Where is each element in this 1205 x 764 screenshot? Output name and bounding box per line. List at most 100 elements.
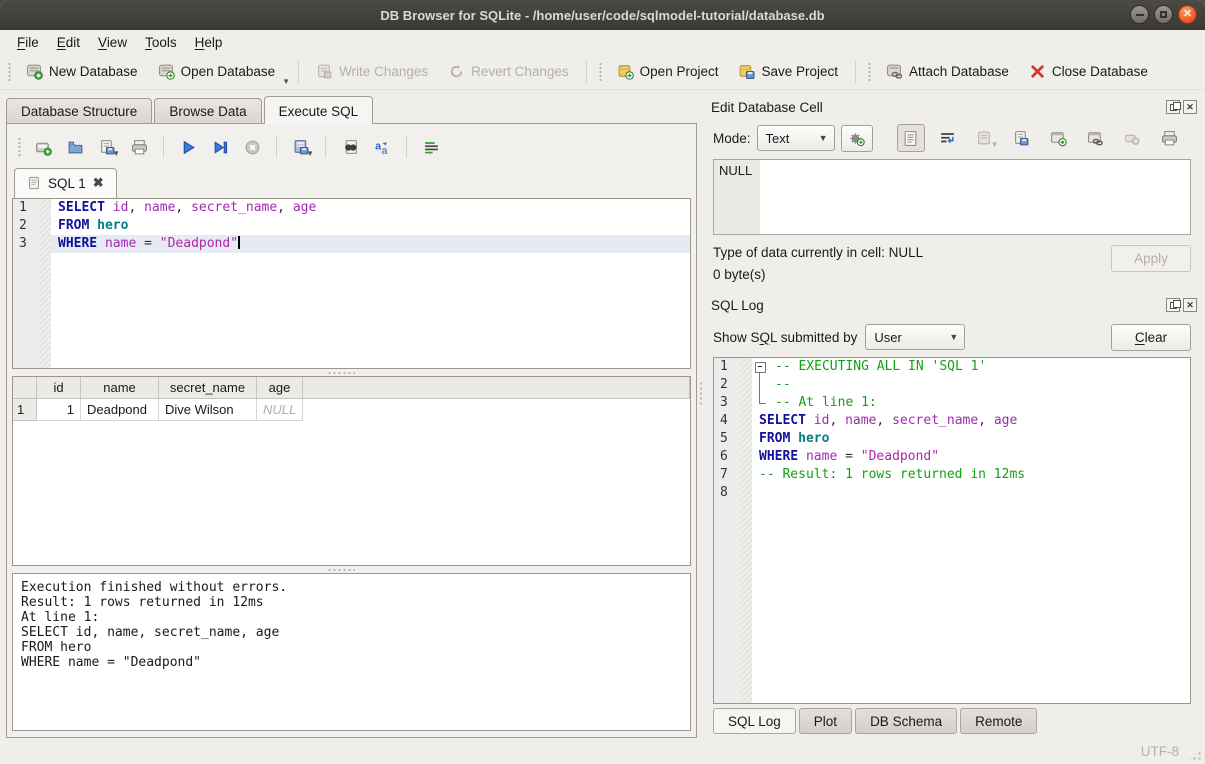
menu-edit[interactable]: Edit: [48, 33, 89, 52]
line-number: 2: [13, 217, 39, 235]
log-filter-combobox[interactable]: User▼: [865, 324, 965, 350]
save-project-button[interactable]: Save Project: [729, 58, 847, 86]
save-results-dropdown-icon[interactable]: ▼: [306, 149, 314, 158]
close-sql-tab-icon[interactable]: ✖: [93, 175, 104, 191]
save-results-button[interactable]: ▼: [287, 133, 315, 161]
menu-bar: File Edit View Tools Help: [0, 30, 1205, 54]
edit-cell-title: Edit Database Cell: [711, 100, 1166, 115]
column-header-secret-name[interactable]: secret_name: [159, 377, 257, 399]
table-cell[interactable]: 1: [37, 399, 81, 421]
stop-execution-button[interactable]: [238, 133, 266, 161]
cell-editor-content[interactable]: [760, 160, 1190, 234]
attach-database-icon: [886, 63, 903, 80]
new-sql-tab-button[interactable]: [29, 133, 57, 161]
sql-log-title: SQL Log: [711, 298, 1166, 313]
write-changes-button[interactable]: Write Changes: [307, 58, 437, 86]
vertical-splitter-handle[interactable]: [697, 95, 705, 738]
tab-plot[interactable]: Plot: [799, 708, 852, 734]
execute-current-line-button[interactable]: [206, 133, 234, 161]
tab-browse-data[interactable]: Browse Data: [154, 98, 261, 124]
close-icon[interactable]: ✕: [1178, 5, 1197, 24]
print-button[interactable]: [125, 133, 153, 161]
menu-view[interactable]: View: [89, 33, 136, 52]
menu-tools[interactable]: Tools: [136, 33, 186, 52]
column-header-id[interactable]: id: [37, 377, 81, 399]
fold-marker-icon: [752, 394, 768, 412]
toolbar-drag-handle[interactable]: [598, 62, 603, 82]
word-wrap-button[interactable]: [934, 124, 962, 152]
resize-grip[interactable]: [1188, 747, 1202, 761]
tab-execute-sql[interactable]: Execute SQL: [264, 96, 374, 124]
stop-execution-icon: [244, 139, 261, 156]
toggle-word-wrap-button[interactable]: [417, 133, 445, 161]
copy-link-button[interactable]: [1082, 124, 1110, 152]
format-sql-button[interactable]: aa: [368, 133, 396, 161]
menu-file[interactable]: File: [8, 33, 48, 52]
set-null-button[interactable]: [1119, 124, 1147, 152]
open-in-external-button[interactable]: [1045, 124, 1073, 152]
table-cell[interactable]: Deadpond: [81, 399, 159, 421]
tab-database-structure[interactable]: Database Structure: [6, 98, 152, 124]
new-database-button[interactable]: New Database: [17, 58, 147, 86]
auto-switch-mode-button[interactable]: [841, 125, 873, 152]
save-sql-file-button[interactable]: ▼: [93, 133, 121, 161]
open-database-dropdown-icon[interactable]: ▼: [282, 77, 290, 86]
titlebar[interactable]: DB Browser for SQLite - /home/user/code/…: [0, 0, 1205, 30]
sql-1-tab[interactable]: SQL 1 ✖: [14, 168, 117, 198]
sql-log-view[interactable]: 1-- EXECUTING ALL IN 'SQL 1'2--3-- At li…: [713, 357, 1191, 704]
maximize-icon[interactable]: [1154, 5, 1173, 24]
close-dock-icon[interactable]: ✕: [1183, 100, 1197, 114]
close-database-button[interactable]: Close Database: [1020, 58, 1157, 86]
execute-current-line-icon: [212, 139, 229, 156]
open-database-button[interactable]: Open Database: [149, 58, 285, 86]
mode-combobox[interactable]: Text▼: [757, 125, 835, 151]
float-dock-icon[interactable]: [1166, 100, 1180, 114]
fold-marker-icon[interactable]: [752, 358, 768, 376]
splitter-handle[interactable]: [12, 369, 691, 376]
sql-log-dock-header[interactable]: SQL Log ✕: [705, 293, 1199, 317]
row-number[interactable]: 1: [13, 399, 37, 421]
edit-cell-dock-header[interactable]: Edit Database Cell ✕: [705, 95, 1199, 119]
line-number: 6: [714, 448, 740, 466]
float-dock-icon[interactable]: [1166, 298, 1180, 312]
table-cell[interactable]: NULL: [257, 399, 303, 421]
revert-changes-button[interactable]: Revert Changes: [439, 58, 578, 86]
export-to-file-button[interactable]: [1008, 124, 1036, 152]
minimize-icon[interactable]: [1130, 5, 1149, 24]
toolbar-drag-handle[interactable]: [7, 62, 12, 82]
execute-all-button[interactable]: [174, 133, 202, 161]
clear-log-button[interactable]: Clear: [1111, 324, 1191, 351]
menu-help[interactable]: Help: [186, 33, 232, 52]
table-cell[interactable]: Dive Wilson: [159, 399, 257, 421]
save-project-icon: [738, 63, 755, 80]
column-header-name[interactable]: name: [81, 377, 159, 399]
text-mode-button[interactable]: [897, 124, 925, 152]
tab-remote[interactable]: Remote: [960, 708, 1037, 734]
close-dock-icon[interactable]: ✕: [1183, 298, 1197, 312]
tab-db-schema[interactable]: DB Schema: [855, 708, 957, 734]
open-in-external-icon: [1050, 130, 1067, 147]
apply-button[interactable]: Apply: [1111, 245, 1191, 272]
toolbar-drag-handle[interactable]: [867, 62, 872, 82]
print-cell-icon: [1161, 130, 1178, 147]
write-changes-icon: [316, 63, 333, 80]
print-cell-button[interactable]: [1156, 124, 1184, 152]
sql-file-icon: [27, 176, 41, 190]
fold-marker-icon: [752, 376, 768, 394]
save-sql-dropdown-icon[interactable]: ▼: [112, 149, 120, 158]
splitter-handle[interactable]: [12, 566, 691, 573]
code-line: 7-- Result: 1 rows returned in 12ms: [714, 466, 1190, 484]
cell-value-editor[interactable]: NULL: [713, 159, 1191, 235]
attach-database-button[interactable]: Attach Database: [877, 58, 1018, 86]
import-from-file-button[interactable]: ▼: [971, 124, 999, 152]
main-tab-bar: Database Structure Browse Data Execute S…: [6, 95, 697, 123]
open-project-icon: [617, 63, 634, 80]
results-grid: id name secret_name age 1 1 Deadpond Div…: [12, 376, 691, 566]
find-button[interactable]: [336, 133, 364, 161]
column-header-age[interactable]: age: [257, 377, 303, 399]
open-sql-file-button[interactable]: [61, 133, 89, 161]
open-project-button[interactable]: Open Project: [608, 58, 728, 86]
tab-sql-log[interactable]: SQL Log: [713, 708, 796, 734]
sql-editor[interactable]: 1SELECT id, name, secret_name, age2FROM …: [12, 198, 691, 369]
toolbar-drag-handle[interactable]: [17, 137, 22, 157]
